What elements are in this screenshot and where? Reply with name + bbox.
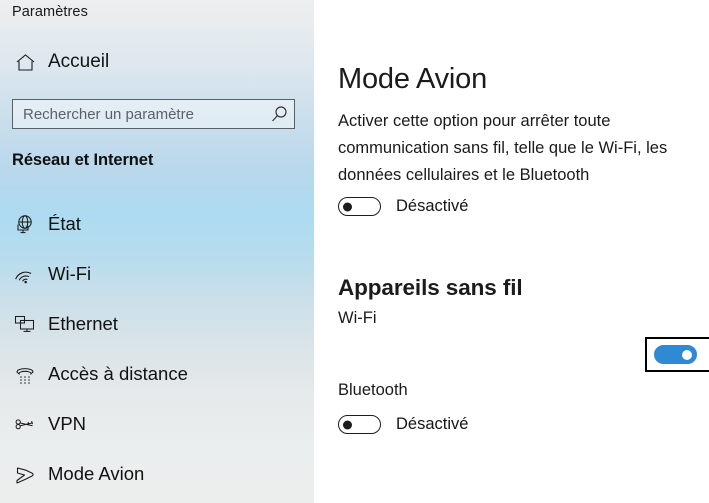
sidebar-item-vpn[interactable]: VPN [0,399,314,449]
airplane-mode-toggle[interactable] [338,197,381,216]
page-description: Activer cette option pour arrêter toute … [338,112,668,184]
search-icon[interactable] [264,105,294,124]
toggle-knob [682,349,692,360]
airplane-icon [8,464,42,485]
sidebar-item-acces-a-distance-label: Accès à distance [48,363,188,384]
settings-window: Paramètres Accueil Réseau et Int [0,0,709,503]
bluetooth-toggle-state: Désactivé [396,415,469,433]
sidebar-item-vpn-label: VPN [48,413,87,434]
wifi-device-label: Wi-Fi [338,309,377,327]
bluetooth-device-label: Bluetooth [338,381,408,399]
wifi-icon [8,264,42,284]
sidebar-item-ethernet-label: Ethernet [48,313,118,334]
wifi-toggle[interactable] [654,345,697,364]
sidebar-item-wifi-label: Wi-Fi [48,263,92,284]
globe-monitor-icon [8,214,42,235]
search-input[interactable] [13,99,264,129]
search-box[interactable] [12,99,295,129]
main-content: Mode Avion Activer cette option pour arr… [314,0,709,503]
toggle-knob [343,202,352,211]
vpn-key-icon [8,414,42,434]
sidebar-item-mode-avion-label: Mode Avion [48,463,145,484]
sidebar: Paramètres Accueil Réseau et Int [0,0,314,503]
airplane-mode-toggle-state: Désactivé [396,197,469,215]
sidebar-item-acces-a-distance[interactable]: Accès à distance [0,349,314,399]
sidebar-item-point-acces-mobile[interactable]: Point d'accès sans fil mobile [0,499,314,503]
page-title: Mode Avion [338,63,488,96]
ethernet-icon [8,314,42,334]
title-bar: Paramètres [0,0,314,28]
sidebar-item-mode-avion[interactable]: Mode Avion [0,449,314,499]
bluetooth-toggle-row[interactable]: Désactivé [331,409,475,440]
sidebar-nav: État Wi-Fi Ethernet Accès à distance VPN… [0,199,314,503]
wireless-section-heading: Appareils sans fil [338,274,523,300]
toggle-knob [343,420,352,429]
bluetooth-toggle[interactable] [338,415,381,434]
airplane-mode-toggle-row[interactable]: Désactivé [331,191,475,222]
sidebar-item-wifi[interactable]: Wi-Fi [0,249,314,299]
sidebar-group-title: Réseau et Internet [12,151,154,169]
sidebar-item-etat[interactable]: État [0,199,314,249]
dialup-phone-icon [8,364,42,384]
sidebar-item-home[interactable]: Accueil [0,43,300,81]
home-icon [8,53,42,72]
sidebar-item-home-label: Accueil [48,51,110,72]
sidebar-item-etat-label: État [48,213,81,234]
wifi-toggle-row[interactable]: Activé [645,337,709,372]
window-title: Paramètres [12,4,88,20]
sidebar-item-ethernet[interactable]: Ethernet [0,299,314,349]
